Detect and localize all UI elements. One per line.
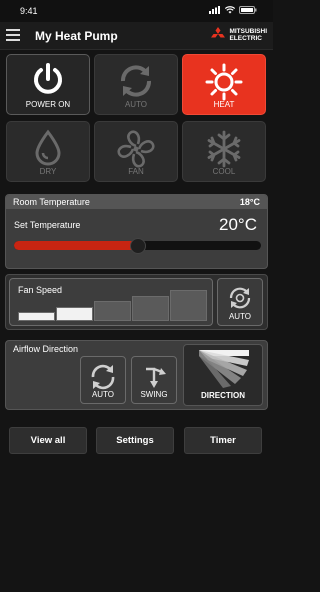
- fan-auto-icon: [229, 287, 251, 309]
- mode-cool-label: COOL: [212, 167, 236, 176]
- fan-speed-level-2[interactable]: [56, 306, 93, 321]
- auto-cycle-icon: [121, 65, 151, 97]
- fan-icon: [117, 130, 155, 168]
- fan-auto-button[interactable]: AUTO: [217, 278, 263, 326]
- fan-speed-level-1[interactable]: [18, 312, 55, 321]
- airflow-auto-label: AUTO: [91, 390, 115, 399]
- status-time: 9:41: [20, 6, 38, 16]
- wifi-icon: [225, 6, 235, 14]
- swing-icon: [146, 367, 166, 388]
- timer-button[interactable]: Timer: [184, 427, 262, 454]
- direction-button[interactable]: DIRECTION: [183, 344, 263, 406]
- room-temperature-bar: Room Temperature 18°C: [6, 195, 267, 209]
- mode-fan-button[interactable]: FAN: [94, 121, 178, 182]
- temperature-panel: Room Temperature 18°C Set Temperature 20…: [5, 194, 268, 269]
- room-temperature-value: 18°C: [239, 197, 260, 207]
- swing-label: SWING: [140, 390, 168, 399]
- fan-auto-label: AUTO: [228, 312, 252, 321]
- mitsubishi-diamonds-icon: [211, 27, 226, 38]
- battery-icon: [239, 6, 257, 14]
- snowflake-icon: [207, 130, 241, 168]
- brand-logo: MITSUBISHI ELECTRIC: [210, 27, 267, 42]
- mode-fan-label: FAN: [128, 167, 144, 176]
- brand-line-2: ELECTRIC: [229, 34, 262, 42]
- mode-auto-button[interactable]: AUTO: [94, 54, 178, 115]
- airflow-auto-button[interactable]: AUTO: [80, 356, 126, 404]
- fan-speed-level-4[interactable]: [132, 295, 169, 321]
- view-all-button[interactable]: View all: [9, 427, 87, 454]
- mode-cool-button[interactable]: COOL: [182, 121, 266, 182]
- airflow-panel: Airflow Direction AUTO SWING DIRECTION: [5, 340, 268, 410]
- airflow-title: Airflow Direction: [13, 344, 79, 354]
- fan-speed-title: Fan Speed: [18, 285, 63, 295]
- set-temperature-label: Set Temperature: [14, 220, 81, 230]
- direction-vanes-icon: [199, 350, 249, 388]
- direction-label: DIRECTION: [201, 391, 245, 400]
- fan-speed-selector: Fan Speed: [9, 278, 213, 326]
- mode-heat-label: HEAT: [213, 100, 235, 109]
- swing-button[interactable]: SWING: [131, 356, 177, 404]
- mode-power-button[interactable]: POWER ON: [6, 54, 90, 115]
- airflow-auto-icon: [91, 364, 115, 390]
- mode-dry-label: DRY: [39, 167, 57, 176]
- brand-line-1: MITSUBISHI: [229, 27, 267, 35]
- room-temperature-label: Room Temperature: [13, 197, 90, 207]
- status-bar: 9:41: [0, 0, 273, 22]
- temperature-slider-knob[interactable]: [129, 238, 146, 254]
- fan-speed-level-3[interactable]: [94, 301, 131, 321]
- mode-power-label: POWER ON: [25, 100, 71, 109]
- droplet-icon: [35, 129, 61, 166]
- fan-speed-panel: Fan Speed AUTO: [5, 274, 268, 330]
- signal-icon: [209, 6, 220, 14]
- menu-icon[interactable]: [6, 29, 20, 41]
- mode-dry-button[interactable]: DRY: [6, 121, 90, 182]
- mode-auto-label: AUTO: [124, 100, 148, 109]
- app-header: My Heat Pump MITSUBISHI ELECTRIC: [0, 22, 273, 50]
- status-icons: [209, 6, 257, 14]
- temperature-slider-fill: [14, 241, 138, 250]
- sun-icon: [205, 63, 243, 101]
- settings-button[interactable]: Settings: [96, 427, 174, 454]
- brand-text: MITSUBISHI ELECTRIC: [229, 28, 267, 42]
- power-icon: [34, 63, 62, 94]
- page-title: My Heat Pump: [35, 29, 118, 43]
- fan-speed-level-5[interactable]: [170, 290, 207, 321]
- mode-heat-button[interactable]: HEAT: [182, 54, 266, 115]
- set-temperature-value: 20°C: [219, 215, 257, 234]
- temperature-slider[interactable]: [14, 238, 261, 254]
